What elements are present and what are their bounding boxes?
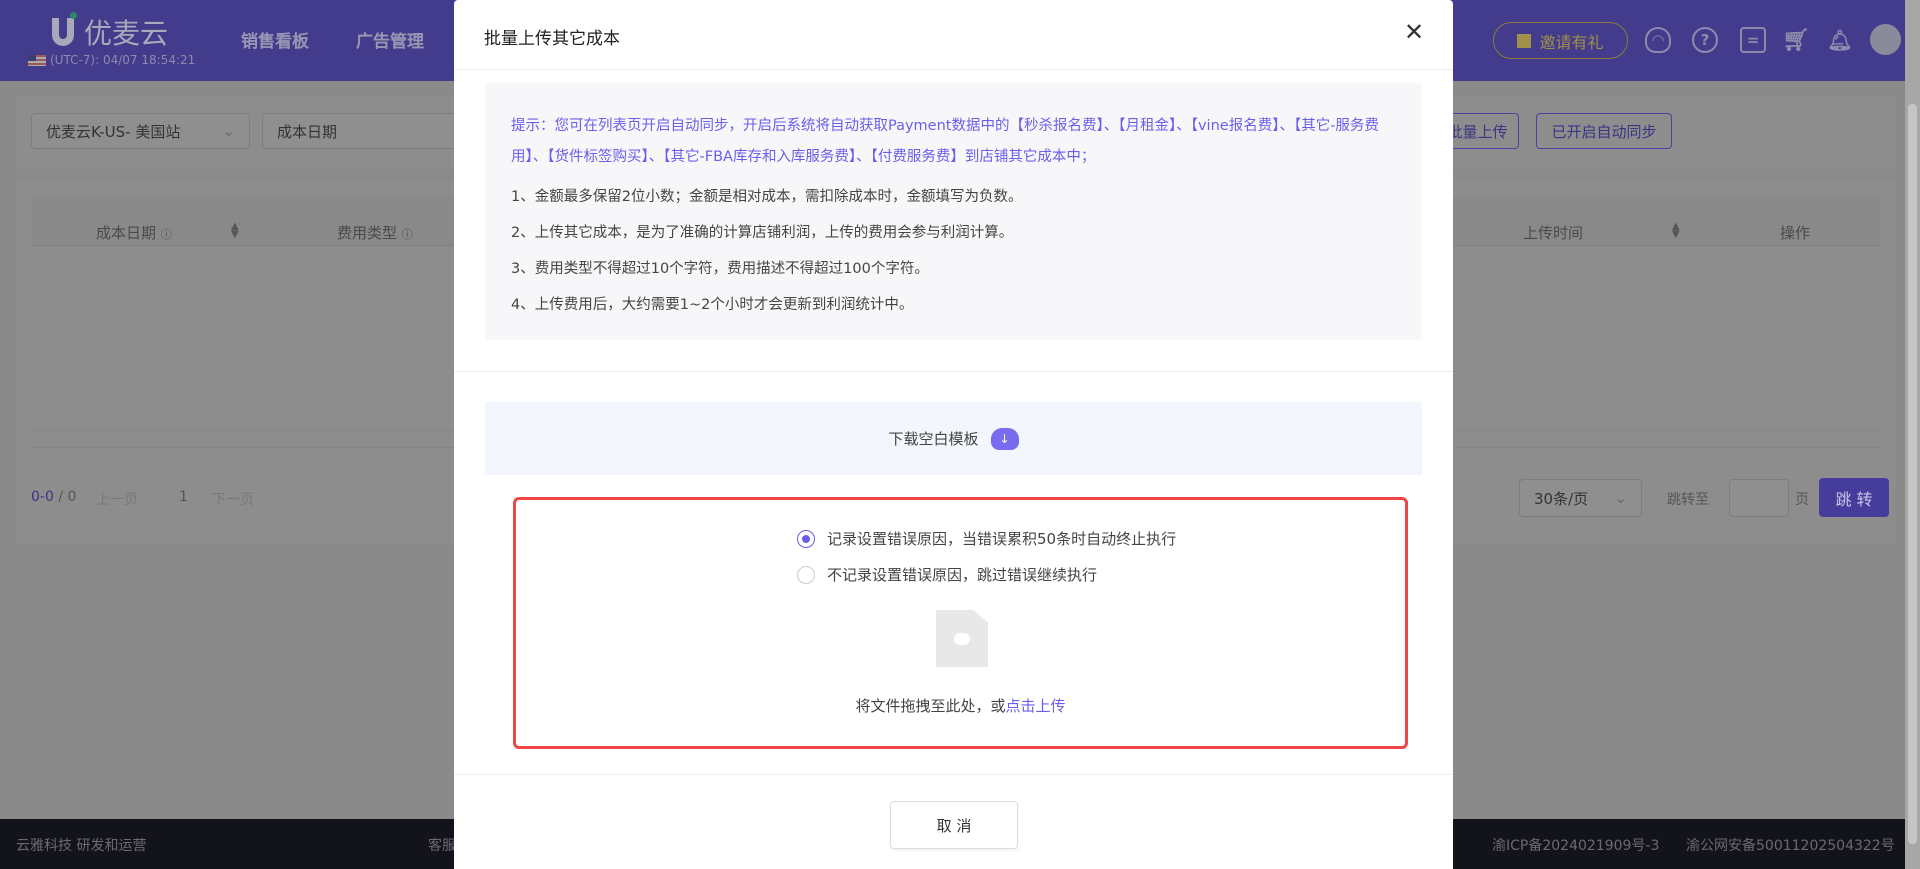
nav-ad-management[interactable]: 广告管理 xyxy=(356,27,424,52)
bell-icon[interactable]: 🔔︎ xyxy=(1827,27,1853,53)
next-page-button[interactable]: 下一页 xyxy=(212,489,254,509)
invite-button[interactable]: 邀请有礼 xyxy=(1493,22,1628,59)
page-number[interactable]: 1 xyxy=(179,489,188,505)
date-type-select[interactable]: 成本日期 xyxy=(262,113,482,149)
invite-label: 邀请有礼 xyxy=(1539,32,1604,52)
headset-icon[interactable]: ◠ xyxy=(1645,27,1671,53)
page-size-value: 30条/页 xyxy=(1534,489,1589,508)
brand-name: 优麦云 xyxy=(84,17,169,50)
rule-4: 4、上传费用后，大约需要1~2个小时才会更新到利润统计中。 xyxy=(511,297,914,313)
footer-company: 云雅科技 研发和运营 xyxy=(16,838,147,854)
tip-text: 提示：您可在列表页开启自动同步，开启后系统将自动获取Payment数据中的【秒杀… xyxy=(511,118,1379,165)
radio-checked[interactable] xyxy=(797,529,815,548)
footer-icp[interactable]: 渝ICP备2024021909号-3 xyxy=(1492,835,1659,855)
option-label: 记录设置错误原因，当错误累积50条时自动终止执行 xyxy=(827,530,1177,548)
logo-mark-icon xyxy=(52,12,77,46)
jump-label: 跳转至 xyxy=(1667,492,1709,508)
page-unit: 页 xyxy=(1795,492,1809,508)
jump-button[interactable]: 跳 转 xyxy=(1819,478,1889,517)
column-fee-type: 费用类型 ⓘ xyxy=(337,222,413,243)
tip-box: 提示：您可在列表页开启自动同步，开启后系统将自动获取Payment数据中的【秒杀… xyxy=(485,83,1422,340)
option-label: 不记录设置错误原因，跳过错误继续执行 xyxy=(827,566,1098,584)
scrollbar-thumb[interactable] xyxy=(1908,104,1917,844)
footer-service[interactable]: 客服 xyxy=(428,835,456,855)
total-text: 0 xyxy=(67,489,77,505)
store-select-value: 优麦云K-US- 美国站 xyxy=(46,122,181,141)
prev-page-button[interactable]: 上一页 xyxy=(96,489,138,509)
cancel-button[interactable]: 取 消 xyxy=(890,801,1018,849)
timezone-clock: (UTC-7): 04/07 18:54:21 xyxy=(28,53,195,67)
batch-upload-modal: 批量上传其它成本 ✕ 提示：您可在列表页开启自动同步，开启后系统将自动获取Pay… xyxy=(454,0,1453,869)
close-icon[interactable]: ✕ xyxy=(1404,20,1424,44)
cart-icon[interactable]: 🛒︎ xyxy=(1782,27,1810,53)
click-upload-link[interactable]: 点击上传 xyxy=(1006,697,1066,715)
sort-icon[interactable]: ▲ ▼ xyxy=(231,222,239,240)
radio-unchecked[interactable] xyxy=(797,565,815,584)
column-label: 费用类型 xyxy=(337,224,398,242)
help-icon: ⓘ xyxy=(160,228,172,241)
timezone-text: (UTC-7): 04/07 18:54:21 xyxy=(50,53,196,67)
help-icon[interactable]: ? xyxy=(1692,27,1718,53)
pagination-total: 0-0 / 0 xyxy=(31,489,77,505)
rule-3: 3、费用类型不得超过10个字符，费用描述不得超过100个字符。 xyxy=(511,261,929,277)
avatar[interactable] xyxy=(1870,24,1901,55)
brand-logo[interactable]: 优麦云 xyxy=(52,12,168,52)
download-template-button[interactable]: 下载空白模板 ↓ xyxy=(485,402,1422,475)
drop-zone-text[interactable]: 将文件拖拽至此处，或点击上传 xyxy=(516,695,1405,716)
store-select[interactable]: 优麦云K-US- 美国站 ⌄ xyxy=(31,113,250,149)
sort-icon[interactable]: ▲ ▼ xyxy=(1672,222,1680,240)
footer-police[interactable]: 渝公网安备50011202504322号 xyxy=(1686,835,1895,855)
file-upload-icon[interactable] xyxy=(936,610,988,667)
rule-2: 2、上传其它成本，是为了准确的计算店铺利润，上传的费用会参与利润计算。 xyxy=(511,225,1014,241)
page-size-select[interactable]: 30条/页 ⌄ xyxy=(1519,479,1642,517)
column-actions: 操作 xyxy=(1780,224,1811,242)
drop-text: 将文件拖拽至此处，或 xyxy=(855,697,1006,715)
column-label: 成本日期 xyxy=(96,224,157,242)
modal-title: 批量上传其它成本 xyxy=(484,29,620,49)
chevron-down-icon: ⌄ xyxy=(1614,489,1627,507)
message-icon[interactable]: = xyxy=(1740,27,1766,53)
column-upload-time[interactable]: 上传时间 xyxy=(1523,222,1583,243)
help-icon: ⓘ xyxy=(401,228,413,241)
auto-sync-button[interactable]: 已开启自动同步 xyxy=(1536,113,1672,149)
jump-page-input[interactable] xyxy=(1729,479,1789,517)
gift-icon xyxy=(1517,33,1532,48)
download-label: 下载空白模板 xyxy=(888,430,979,448)
us-flag-icon xyxy=(28,54,46,66)
chevron-down-icon: ⌄ xyxy=(222,122,235,140)
rule-1: 1、金额最多保留2位小数；金额是相对成本，需扣除成本时，金额填写为负数。 xyxy=(511,189,1023,205)
upload-area-highlight: 记录设置错误原因，当错误累积50条时自动终止执行 不记录设置错误原因，跳过错误继… xyxy=(513,497,1408,749)
nav-sales-dashboard[interactable]: 销售看板 xyxy=(241,27,309,52)
cloud-download-icon: ↓ xyxy=(990,427,1019,450)
column-cost-date[interactable]: 成本日期 ⓘ xyxy=(96,222,172,243)
option-skip-errors[interactable]: 不记录设置错误原因，跳过错误继续执行 xyxy=(797,564,1097,585)
option-record-errors[interactable]: 记录设置错误原因，当错误累积50条时自动终止执行 xyxy=(797,528,1176,549)
range-text: 0-0 xyxy=(31,489,54,505)
